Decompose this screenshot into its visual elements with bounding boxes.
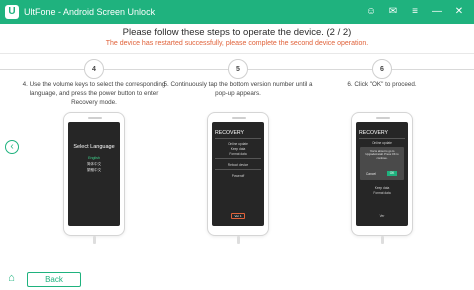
user-icon[interactable]: ☺ xyxy=(360,0,382,24)
step-instruction: 5. Continuously tap the bottom version n… xyxy=(163,81,313,98)
minimize-icon[interactable]: — xyxy=(426,0,448,24)
back-button[interactable]: Back xyxy=(27,272,81,287)
step-number-badge: 6 xyxy=(372,59,392,79)
phone-speaker xyxy=(376,117,390,119)
close-icon[interactable]: ✕ xyxy=(448,0,470,24)
confirm-dialog: You're about to go to UpgradeInstall. Pr… xyxy=(360,147,404,180)
recovery-menu-item: Format data xyxy=(373,191,391,195)
app-title: UltFone - Android Screen Unlock xyxy=(24,7,156,17)
status-message: The device has restarted successfully, p… xyxy=(105,40,369,47)
screen-title: RECOVERY xyxy=(359,130,389,136)
previous-arrow-icon[interactable]: ‹ xyxy=(5,140,19,154)
dialog-cancel-button: Cancel xyxy=(366,172,376,176)
phone-speaker xyxy=(232,117,246,119)
language-option: 繁體中文 xyxy=(86,168,102,172)
app-logo: U xyxy=(5,5,19,19)
phone-screen: Select Language English 简体中文 繁體中文 xyxy=(68,122,120,226)
dialog-ok-button: OK xyxy=(387,171,397,176)
phone-screen: RECOVERY Online update You're about to g… xyxy=(356,122,408,226)
header-divider xyxy=(0,53,474,54)
step-instruction: 6. Click "OK" to proceed. xyxy=(347,81,417,88)
phone-illustration: RECOVERY Online update Keep data Format … xyxy=(207,112,269,236)
dialog-message: You're about to go to UpgradeInstall. Pr… xyxy=(365,150,399,160)
recovery-menu-item: Reboot device xyxy=(227,163,249,167)
title-bar: U UltFone - Android Screen Unlock ☺ ✉ ≡ … xyxy=(0,0,474,24)
screen-divider xyxy=(359,138,405,139)
usb-cable xyxy=(381,236,384,244)
version-number-button: Ver 1 xyxy=(231,213,245,219)
usb-cable xyxy=(237,236,240,244)
screen-divider xyxy=(215,169,261,170)
step-number-badge: 5 xyxy=(228,59,248,79)
screen-title: RECOVERY xyxy=(215,130,245,136)
recovery-menu-item: Format data xyxy=(229,152,247,156)
phone-illustration: Select Language English 简体中文 繁體中文 xyxy=(63,112,125,236)
page-title: Please follow these steps to operate the… xyxy=(122,27,352,38)
screen-title: Select Language xyxy=(73,144,115,150)
language-option: 简体中文 xyxy=(86,162,102,166)
recovery-menu-item: Online update xyxy=(372,141,392,145)
home-icon[interactable]: ⌂ xyxy=(5,272,18,285)
recovery-menu-item: Poweroff xyxy=(231,174,245,178)
step-instruction: 4. Use the volume keys to select the cor… xyxy=(22,81,166,107)
screen-divider xyxy=(215,138,261,139)
recovery-menu-item: Online update xyxy=(228,142,248,146)
menu-icon[interactable]: ≡ xyxy=(404,0,426,24)
phone-illustration: RECOVERY Online update You're about to g… xyxy=(351,112,413,236)
step-number-badge: 4 xyxy=(84,59,104,79)
usb-cable xyxy=(93,236,96,244)
recovery-menu-item: Keep data xyxy=(374,186,390,190)
phone-speaker xyxy=(88,117,102,119)
version-number-label: Ver xyxy=(379,214,385,218)
language-option: English xyxy=(88,156,100,160)
window-controls: ☺ ✉ ≡ — ✕ xyxy=(360,0,470,24)
recovery-menu-item: Keep data xyxy=(230,147,246,151)
phone-screen: RECOVERY Online update Keep data Format … xyxy=(212,122,264,226)
screen-divider xyxy=(215,158,261,159)
feedback-icon[interactable]: ✉ xyxy=(382,0,404,24)
